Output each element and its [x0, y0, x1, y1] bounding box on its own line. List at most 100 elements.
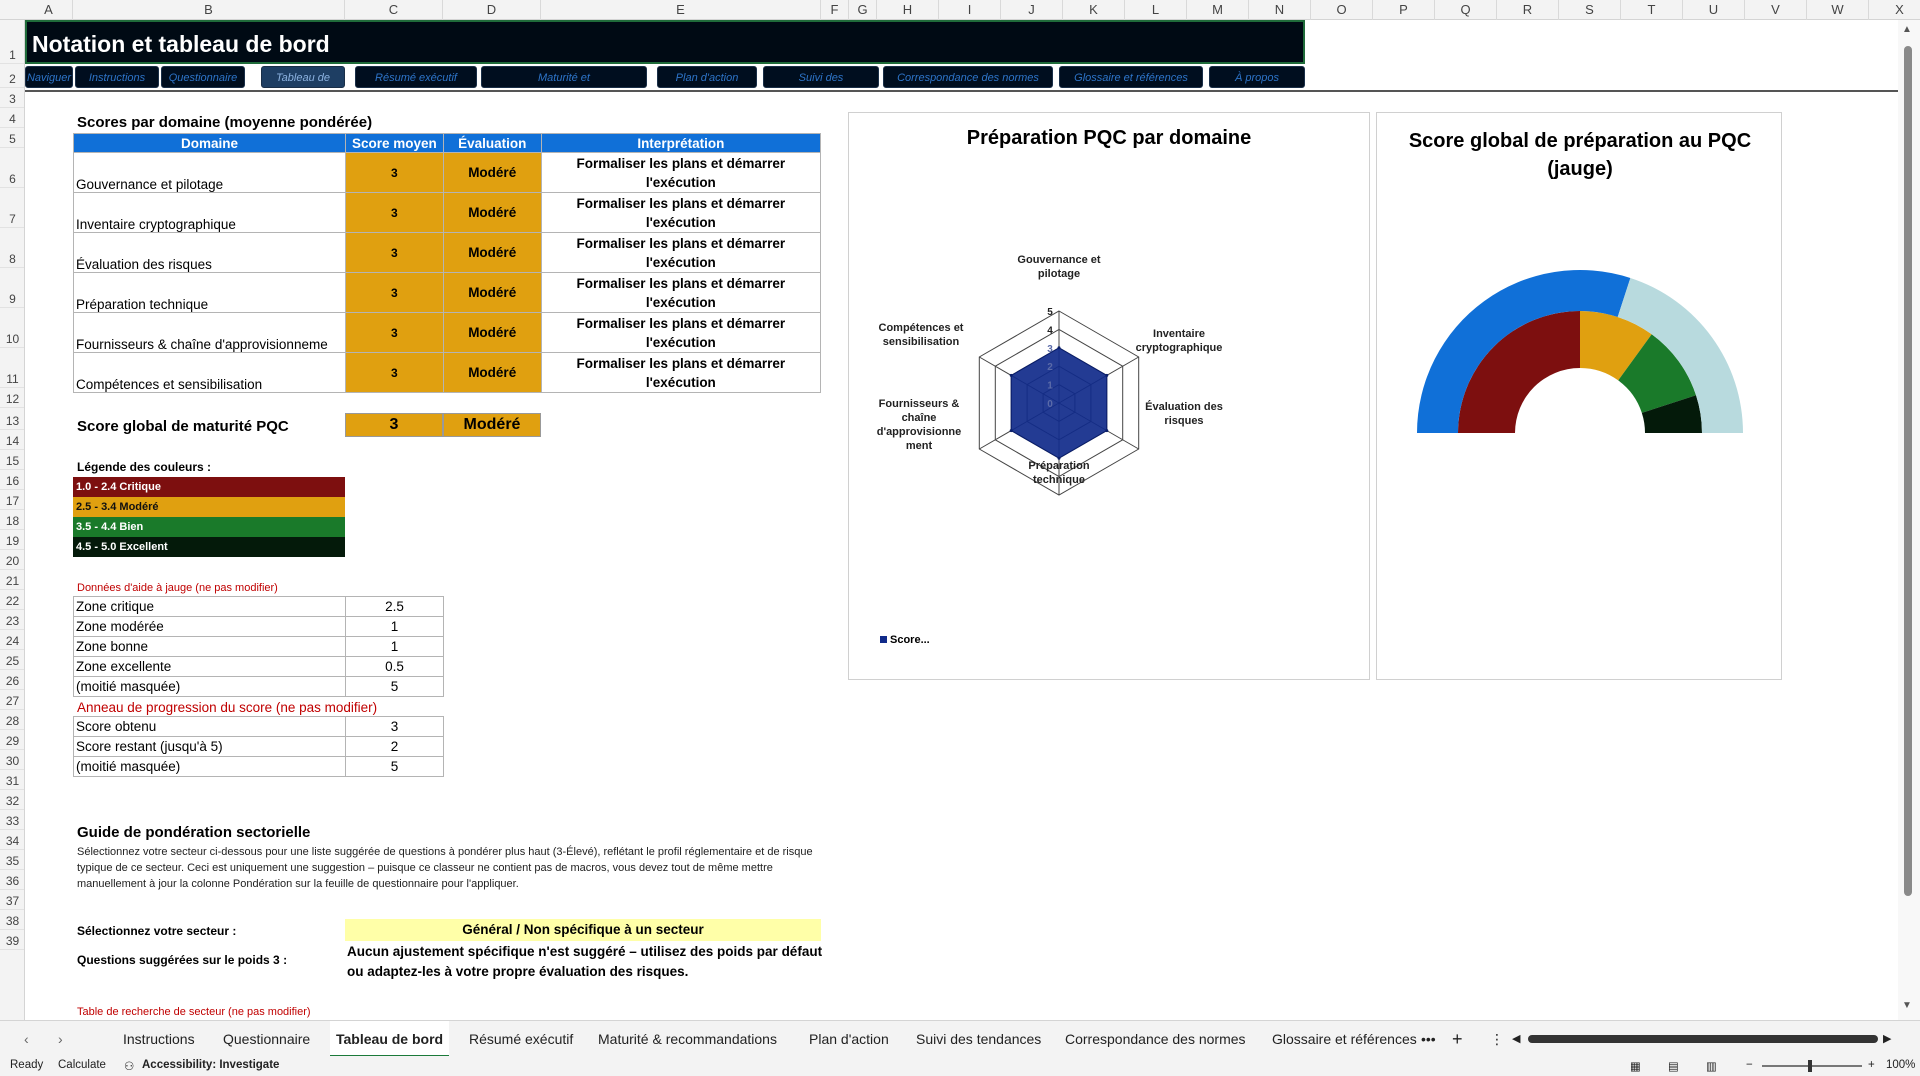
sheet-grid[interactable]: Notation et tableau de bord Naviguer Ins…: [25, 20, 1898, 1020]
column-header[interactable]: E: [541, 0, 821, 20]
hscroll-left-icon[interactable]: ◀: [1512, 1021, 1520, 1057]
cell-value[interactable]: 1: [345, 636, 444, 657]
table-row[interactable]: Préparation technique 3 Modéré Formalise…: [73, 272, 822, 313]
table-row[interactable]: Gouvernance et pilotage 3 Modéré Formali…: [73, 152, 822, 193]
row-header[interactable]: 6: [0, 148, 24, 188]
column-header[interactable]: W: [1807, 0, 1869, 20]
row-header[interactable]: 30: [0, 750, 24, 770]
hscroll-right-icon[interactable]: ▶: [1883, 1021, 1891, 1057]
column-header[interactable]: A: [25, 0, 73, 20]
row-header[interactable]: 32: [0, 790, 24, 810]
table-row[interactable]: Zone critique 2.5: [73, 596, 444, 617]
domain-interp[interactable]: Formaliser les plans et démarrer l'exécu…: [540, 192, 822, 233]
domain-score[interactable]: 3: [344, 352, 444, 393]
row-header[interactable]: 19: [0, 530, 24, 550]
row-header[interactable]: 29: [0, 730, 24, 750]
row-header[interactable]: 9: [0, 268, 24, 308]
row-header[interactable]: 7: [0, 188, 24, 228]
radar-chart[interactable]: Préparation PQC par domaine 0 1 2 3 4 5 Gouver…: [848, 112, 1370, 680]
scroll-thumb[interactable]: [1904, 46, 1912, 896]
domain-interp[interactable]: Formaliser les plans et démarrer l'exécu…: [540, 152, 822, 193]
status-calculate[interactable]: Calculate: [58, 1059, 106, 1071]
row-header[interactable]: 34: [0, 830, 24, 850]
table-row[interactable]: (moitié masquée) 5: [73, 756, 444, 777]
tab-questionnaire[interactable]: Questionnaire: [223, 1021, 310, 1057]
table-row[interactable]: Évaluation des risques 3 Modéré Formalis…: [73, 232, 822, 273]
column-header[interactable]: P: [1373, 0, 1435, 20]
nav-button-correspondance[interactable]: Correspondance des normes: [883, 66, 1053, 88]
table-row[interactable]: (moitié masquée) 5: [73, 676, 444, 697]
tab-prev-icon[interactable]: ‹: [24, 1021, 29, 1057]
column-header[interactable]: F: [821, 0, 849, 20]
page-layout-icon[interactable]: ▤: [1668, 1059, 1679, 1073]
domain-score[interactable]: 3: [344, 312, 444, 353]
sector-select[interactable]: Général / Non spécifique à un secteur: [345, 919, 821, 941]
domain-interp[interactable]: Formaliser les plans et démarrer l'exécu…: [540, 312, 822, 353]
row-header[interactable]: 2: [0, 64, 24, 88]
row-header[interactable]: 38: [0, 910, 24, 930]
domain-eval[interactable]: Modéré: [442, 272, 542, 313]
add-sheet-icon[interactable]: +: [1452, 1021, 1463, 1057]
tab-maturite[interactable]: Maturité & recommandations: [598, 1021, 777, 1057]
column-header[interactable]: U: [1683, 0, 1745, 20]
nav-button-maturite[interactable]: Maturité et: [481, 66, 647, 88]
nav-button-glossaire[interactable]: Glossaire et références: [1059, 66, 1203, 88]
tab-correspondance[interactable]: Correspondance des normes: [1065, 1021, 1246, 1057]
tab-instructions[interactable]: Instructions: [123, 1021, 195, 1057]
tab-next-icon[interactable]: ›: [58, 1021, 63, 1057]
row-header[interactable]: 26: [0, 670, 24, 690]
cell-value[interactable]: 2: [345, 736, 444, 757]
column-header[interactable]: B: [73, 0, 345, 20]
domain-eval[interactable]: Modéré: [442, 232, 542, 273]
column-header[interactable]: L: [1125, 0, 1187, 20]
domain-eval[interactable]: Modéré: [442, 152, 542, 193]
row-header[interactable]: 27: [0, 690, 24, 710]
domain-score[interactable]: 3: [344, 152, 444, 193]
scroll-up-icon[interactable]: ▲: [1902, 24, 1912, 35]
nav-button-resume[interactable]: Résumé exécutif: [355, 66, 477, 88]
zoom-slider[interactable]: [1762, 1060, 1862, 1072]
row-header[interactable]: 39: [0, 930, 24, 950]
normal-view-icon[interactable]: ▦: [1630, 1059, 1641, 1073]
zoom-in-icon[interactable]: +: [1868, 1059, 1875, 1071]
global-score-value[interactable]: 3: [345, 413, 443, 437]
row-header[interactable]: 33: [0, 810, 24, 830]
status-accessibility[interactable]: Accessibility: Investigate: [142, 1059, 279, 1071]
row-header[interactable]: 17: [0, 490, 24, 510]
tab-plan[interactable]: Plan d'action: [809, 1021, 889, 1057]
row-header[interactable]: 36: [0, 870, 24, 890]
column-header[interactable]: K: [1063, 0, 1125, 20]
domain-name[interactable]: Compétences et sensibilisation: [73, 352, 346, 393]
cell-label[interactable]: Zone bonne: [73, 636, 346, 657]
row-header[interactable]: 31: [0, 770, 24, 790]
column-header[interactable]: C: [345, 0, 443, 20]
table-row[interactable]: Compétences et sensibilisation 3 Modéré …: [73, 352, 822, 393]
domain-interp[interactable]: Formaliser les plans et démarrer l'exécu…: [540, 352, 822, 393]
column-header[interactable]: M: [1187, 0, 1249, 20]
tab-suivi[interactable]: Suivi des tendances: [916, 1021, 1041, 1057]
column-header[interactable]: S: [1559, 0, 1621, 20]
cell-value[interactable]: 1: [345, 616, 444, 637]
table-row[interactable]: Zone bonne 1: [73, 636, 444, 657]
zoom-slider-thumb[interactable]: [1808, 1060, 1812, 1072]
cell-label[interactable]: Score obtenu: [73, 716, 346, 737]
column-header[interactable]: X: [1869, 0, 1920, 20]
tab-resume[interactable]: Résumé exécutif: [469, 1021, 573, 1057]
cell-value[interactable]: 2.5: [345, 596, 444, 617]
row-header[interactable]: 4: [0, 108, 24, 128]
row-header[interactable]: 12: [0, 388, 24, 408]
horizontal-scrollbar[interactable]: [1528, 1035, 1878, 1043]
column-header[interactable]: N: [1249, 0, 1311, 20]
gauge-chart[interactable]: Score global de préparation au PQC (jaug…: [1376, 112, 1782, 680]
row-header[interactable]: 20: [0, 550, 24, 570]
zoom-level[interactable]: 100%: [1886, 1059, 1915, 1071]
row-header[interactable]: 35: [0, 850, 24, 870]
domain-score[interactable]: 3: [344, 272, 444, 313]
domain-eval[interactable]: Modéré: [442, 352, 542, 393]
column-header[interactable]: R: [1497, 0, 1559, 20]
domain-score[interactable]: 3: [344, 232, 444, 273]
nav-button-questionnaire[interactable]: Questionnaire: [161, 66, 245, 88]
nav-button-suivi[interactable]: Suivi des: [763, 66, 879, 88]
cell-label[interactable]: Score restant (jusqu'à 5): [73, 736, 346, 757]
domain-name[interactable]: Gouvernance et pilotage: [73, 152, 346, 193]
